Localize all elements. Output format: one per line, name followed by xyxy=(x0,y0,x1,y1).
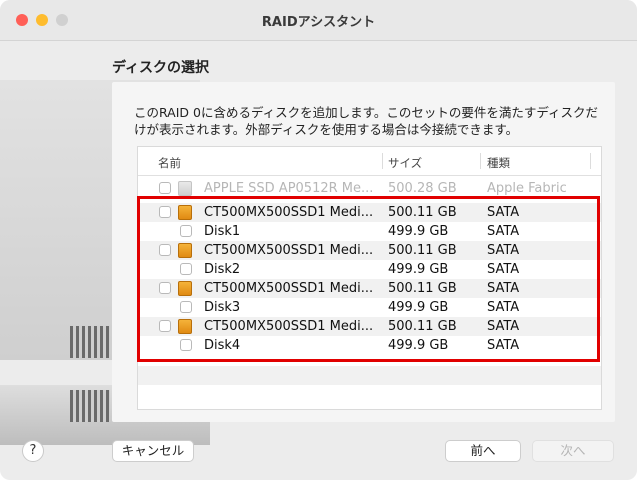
column-header-name[interactable]: 名前 xyxy=(158,155,181,171)
next-button[interactable]: 次へ xyxy=(532,440,614,462)
empty-row xyxy=(138,366,601,385)
row-checkbox xyxy=(159,182,171,194)
disk-name: APPLE SSD AP0512R Me... xyxy=(204,181,374,196)
highlight-box xyxy=(137,196,600,362)
description-text: このRAID 0に含めるディスクを追加します。このセットの要件を満たすディスクだ… xyxy=(134,105,598,137)
page-heading: ディスクの選択 xyxy=(112,60,210,76)
column-divider xyxy=(382,153,383,169)
title-bar: RAIDアシスタント xyxy=(0,0,637,41)
window-title: RAIDアシスタント xyxy=(261,15,376,30)
column-header-size[interactable]: サイズ xyxy=(388,155,422,171)
disk-type: Apple Fabric xyxy=(487,181,567,196)
internal-drive-icon xyxy=(178,181,192,196)
raid-assistant-window: RAIDアシスタント ディスクの選択 このRAID 0に含めるディスクを追加しま… xyxy=(0,0,637,480)
column-divider xyxy=(590,153,591,169)
illustration-vent xyxy=(70,326,110,358)
illustration-vent xyxy=(70,390,110,422)
disk-size: 500.28 GB xyxy=(388,181,457,196)
table-header: 名前 サイズ 種類 xyxy=(138,147,601,176)
column-divider xyxy=(480,153,481,169)
back-button[interactable]: 前へ xyxy=(445,440,521,462)
help-button[interactable]: ? xyxy=(22,440,44,462)
cancel-button[interactable]: キャンセル xyxy=(112,440,194,462)
column-header-type[interactable]: 種類 xyxy=(487,155,510,171)
